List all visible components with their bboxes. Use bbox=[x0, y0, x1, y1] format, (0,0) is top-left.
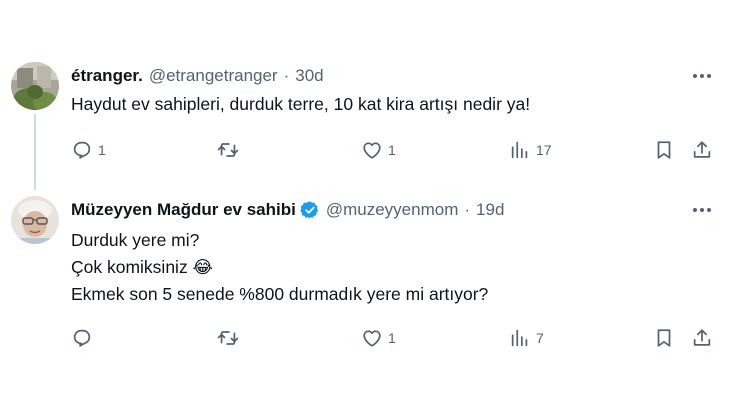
more-icon[interactable] bbox=[690, 65, 714, 87]
tweet-header: Müzeyyen Mağdur ev sahibi @muzeyyenmom ·… bbox=[71, 199, 504, 221]
tweet[interactable]: Müzeyyen Mağdur ev sahibi @muzeyyenmom ·… bbox=[0, 190, 730, 420]
views-icon bbox=[511, 329, 528, 347]
separator-dot: · bbox=[464, 200, 471, 219]
reply-button[interactable] bbox=[71, 326, 98, 350]
share-button[interactable] bbox=[691, 326, 713, 350]
display-name[interactable]: étranger. bbox=[71, 66, 143, 86]
views-count: 17 bbox=[536, 142, 552, 158]
more-icon[interactable] bbox=[690, 199, 714, 221]
views-count: 7 bbox=[536, 330, 544, 346]
display-name[interactable]: Müzeyyen Mağdur ev sahibi bbox=[71, 200, 296, 220]
tweet-text-line: Haydut ev sahipleri, durduk terre, 10 ka… bbox=[71, 94, 531, 114]
separator-dot: · bbox=[283, 66, 290, 85]
retweet-button[interactable] bbox=[217, 326, 244, 350]
bookmark-button[interactable] bbox=[653, 326, 675, 350]
bookmark-icon bbox=[657, 141, 671, 159]
like-count: 1 bbox=[388, 330, 396, 346]
tweet-text: Durduk yere mi? Çok komiksiniz 😂 Ekmek s… bbox=[71, 227, 488, 308]
tweet-text-line: Durduk yere mi? bbox=[71, 230, 200, 250]
timestamp[interactable]: 19d bbox=[476, 200, 504, 220]
tweet[interactable]: étranger. @etrangetranger · 30d Haydut e… bbox=[0, 0, 730, 190]
verified-badge-icon bbox=[300, 200, 320, 220]
views-icon bbox=[511, 141, 528, 159]
like-count: 1 bbox=[388, 142, 396, 158]
thread-line bbox=[34, 114, 36, 190]
share-button[interactable] bbox=[691, 138, 713, 162]
tweet-actions: 1 1 17 bbox=[71, 138, 719, 162]
tweet-actions: 1 7 bbox=[71, 326, 719, 350]
views-button[interactable]: 7 bbox=[509, 326, 544, 350]
reply-icon bbox=[73, 141, 91, 159]
tweet-text-line: Çok komiksiniz 😂 bbox=[71, 257, 213, 277]
reply-icon bbox=[73, 329, 91, 347]
heart-icon bbox=[363, 330, 381, 347]
avatar[interactable] bbox=[11, 196, 59, 244]
user-handle[interactable]: @etrangetranger bbox=[149, 66, 278, 86]
reply-button[interactable]: 1 bbox=[71, 138, 106, 162]
retweet-button[interactable] bbox=[217, 138, 244, 162]
views-button[interactable]: 17 bbox=[509, 138, 552, 162]
retweet-icon bbox=[217, 331, 239, 345]
tweet-header: étranger. @etrangetranger · 30d bbox=[71, 65, 324, 87]
tweet-text: Haydut ev sahipleri, durduk terre, 10 ka… bbox=[71, 91, 530, 118]
retweet-icon bbox=[217, 143, 239, 157]
tweet-text-line: Ekmek son 5 senede %800 durmadık yere mi… bbox=[71, 284, 489, 304]
share-icon bbox=[693, 329, 711, 346]
bookmark-icon bbox=[657, 329, 671, 347]
avatar[interactable] bbox=[11, 62, 59, 110]
bookmark-button[interactable] bbox=[653, 138, 675, 162]
like-button[interactable]: 1 bbox=[361, 138, 396, 162]
heart-icon bbox=[363, 142, 381, 159]
like-button[interactable]: 1 bbox=[361, 326, 396, 350]
reply-count: 1 bbox=[98, 142, 106, 158]
user-handle[interactable]: @muzeyyenmom bbox=[326, 200, 459, 220]
timestamp[interactable]: 30d bbox=[295, 66, 323, 86]
share-icon bbox=[693, 141, 711, 158]
